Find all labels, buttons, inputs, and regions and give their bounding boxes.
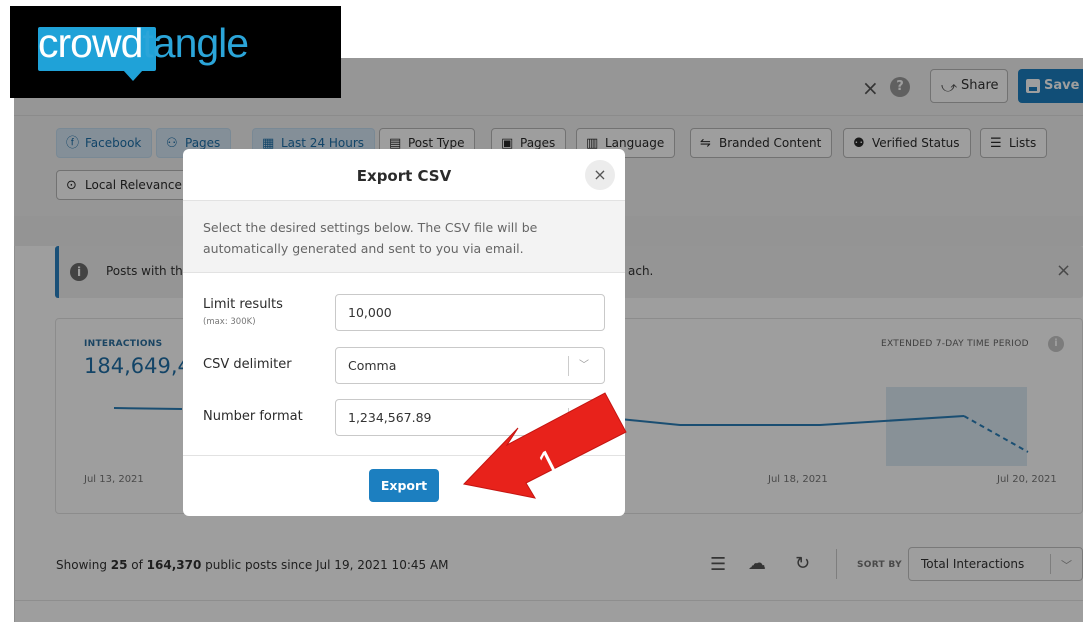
logo-bubble-tail <box>123 70 143 81</box>
logo-wordmark: crowdtangle <box>38 20 249 66</box>
crowdtangle-logo: crowdtangle <box>10 6 341 98</box>
